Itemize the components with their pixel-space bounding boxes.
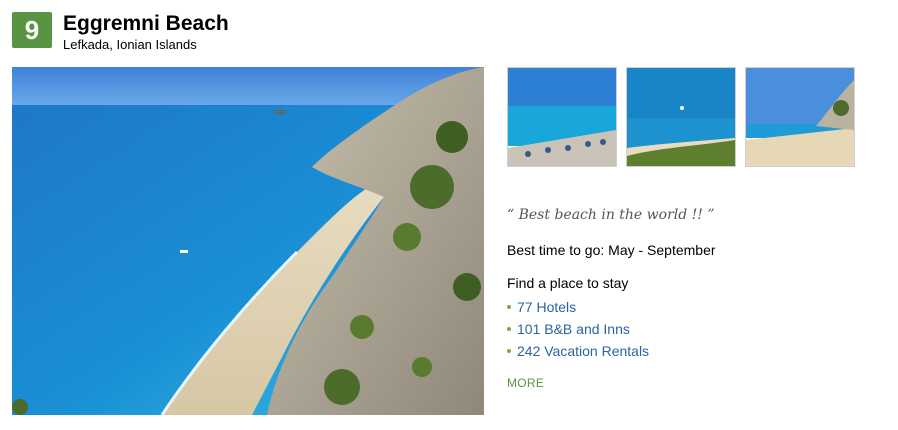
rank-badge: 9 bbox=[12, 12, 52, 48]
main-beach-photo[interactable] bbox=[12, 67, 484, 415]
thumbnail-beach-image bbox=[627, 68, 735, 166]
thumbnail-beach-image bbox=[508, 68, 616, 166]
thumbnail-beach-image bbox=[746, 68, 854, 166]
best-time-text: Best time to go: May - September bbox=[507, 242, 716, 258]
find-stay-heading: Find a place to stay bbox=[507, 275, 629, 291]
stay-options-list: 77 Hotels 101 B&B and Inns 242 Vacation … bbox=[507, 296, 649, 362]
destination-location: Lefkada, Ionian Islands bbox=[63, 37, 197, 52]
list-item: 101 B&B and Inns bbox=[507, 318, 649, 340]
thumbnail-1[interactable] bbox=[507, 67, 617, 167]
vacation-rentals-link[interactable]: 242 Vacation Rentals bbox=[517, 340, 649, 362]
beach-photo-image bbox=[12, 67, 484, 415]
bullet-icon bbox=[507, 305, 511, 309]
hotels-link[interactable]: 77 Hotels bbox=[517, 296, 576, 318]
bullet-icon bbox=[507, 327, 511, 331]
review-quote: “ Best beach in the world !! ” bbox=[507, 207, 715, 223]
thumbnail-2[interactable] bbox=[626, 67, 736, 167]
thumbnail-3[interactable] bbox=[745, 67, 855, 167]
bnb-inns-link[interactable]: 101 B&B and Inns bbox=[517, 318, 630, 340]
bullet-icon bbox=[507, 349, 511, 353]
list-item: 242 Vacation Rentals bbox=[507, 340, 649, 362]
list-item: 77 Hotels bbox=[507, 296, 649, 318]
destination-title[interactable]: Eggremni Beach bbox=[63, 11, 229, 37]
more-link[interactable]: MORE bbox=[507, 376, 544, 390]
